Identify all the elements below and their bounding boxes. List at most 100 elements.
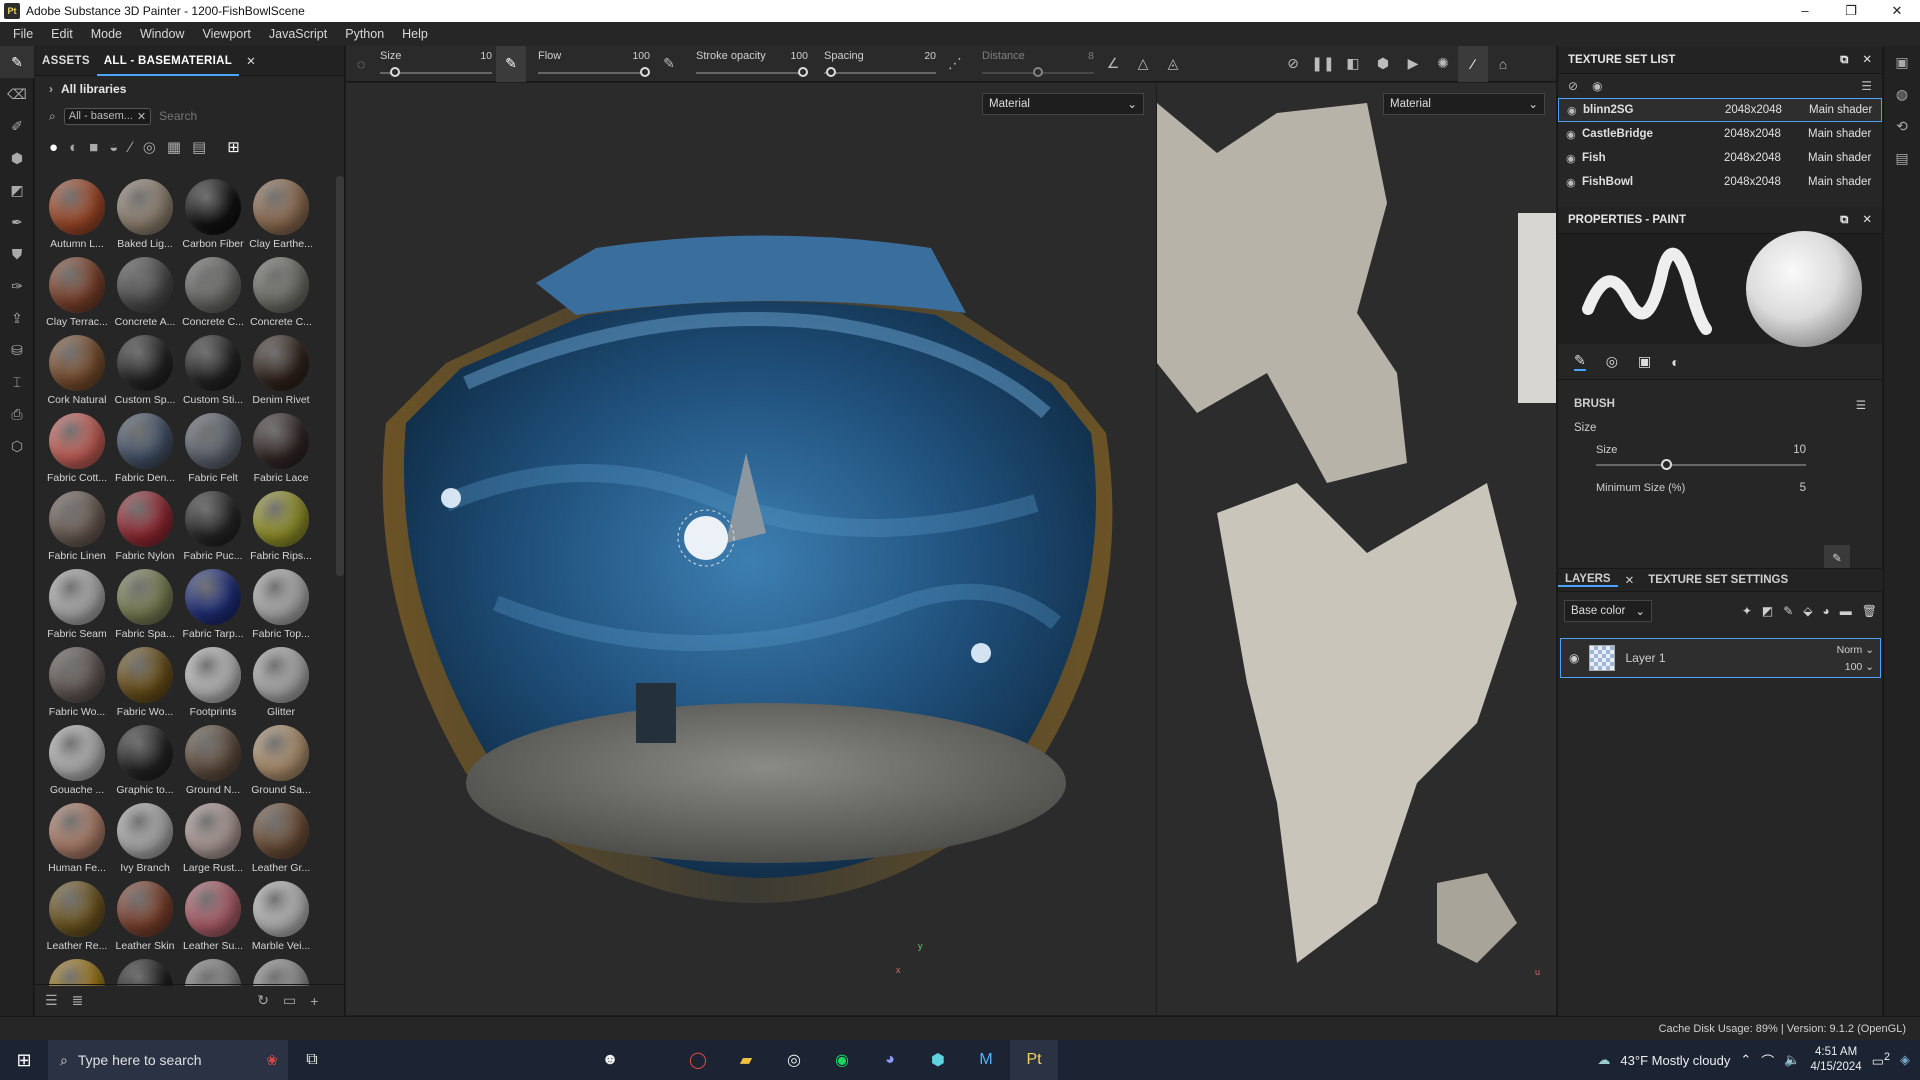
spacing-slider[interactable]: Spacing 20 (820, 46, 940, 82)
eye-icon[interactable]: ◉ (1567, 104, 1583, 117)
maya-icon[interactable]: M (962, 1040, 1010, 1080)
flow-slider[interactable]: Flow 100 (534, 46, 654, 82)
eye-icon[interactable]: ◉ (1566, 176, 1582, 189)
angle-icon[interactable]: ∠ (1098, 46, 1128, 82)
texture-set-row[interactable]: ◉ Fish 2048x2048 Main shader (1558, 146, 1882, 170)
geometry-fill-icon[interactable]: ⬢ (0, 142, 34, 174)
hide-icon[interactable]: ⊘ (1278, 46, 1308, 82)
grid-view-icon[interactable]: ⊞ (227, 138, 240, 156)
spotify-icon[interactable]: ◉ (818, 1040, 866, 1080)
flow-knob[interactable] (640, 66, 650, 77)
material-item[interactable]: Graphic to... (111, 722, 179, 800)
material-item[interactable]: Carbon Fiber (179, 176, 247, 254)
lasso-icon[interactable]: ◌ (346, 46, 376, 82)
menu-help[interactable]: Help (393, 27, 437, 41)
display-settings-icon[interactable]: ▣ (1884, 46, 1920, 78)
material-item[interactable] (179, 956, 247, 986)
material-item[interactable]: Concrete C... (247, 254, 315, 332)
picker-tool-icon[interactable]: ✑ (0, 270, 34, 302)
copilot-icon[interactable]: ◈ (1900, 1052, 1910, 1068)
material-item[interactable]: Human Fe... (43, 800, 111, 878)
layer-eye-icon[interactable]: ◉ (1569, 651, 1579, 665)
brush-tab-icon[interactable]: ✎ (1574, 352, 1586, 371)
material-item[interactable]: Fabric Rips... (247, 488, 315, 566)
taskbar-search[interactable]: ⌕ Type here to search ❀ (48, 1040, 288, 1080)
notification-icon[interactable]: ▭2 (1872, 1051, 1890, 1069)
material-item[interactable]: Fabric Felt (179, 410, 247, 488)
material-item[interactable]: Fabric Cott... (43, 410, 111, 488)
viewport-2d[interactable]: Material ⌄ u (1157, 83, 1556, 1015)
add-fill-layer-icon[interactable]: ⬙ (1803, 604, 1812, 618)
brush-size-slider[interactable]: Size 10 (1596, 444, 1806, 478)
material-item[interactable]: Ground N... (179, 722, 247, 800)
minimize-button[interactable]: – (1782, 0, 1828, 22)
menu-mode[interactable]: Mode (82, 27, 131, 41)
paint-brush-tool-icon[interactable]: ✎ (0, 46, 34, 78)
material-item[interactable] (247, 956, 315, 986)
material-item[interactable]: Fabric Top... (247, 566, 315, 644)
material-item[interactable]: Concrete C... (179, 254, 247, 332)
brushes-filter-icon[interactable]: ∕ (129, 139, 132, 156)
menu-edit[interactable]: Edit (42, 27, 82, 41)
delete-layer-icon[interactable]: 🗑 (1862, 604, 1877, 618)
material-item[interactable]: Custom Sti... (179, 332, 247, 410)
material-item[interactable]: Clay Earthe... (247, 176, 315, 254)
asset-search-input[interactable] (159, 109, 300, 123)
layer-name[interactable]: Layer 1 (1625, 651, 1665, 665)
network-icon[interactable]: ⌒ (1761, 1051, 1774, 1070)
brush-size-knob[interactable] (1661, 459, 1672, 470)
assets-filter-tab[interactable]: ALL - BASEMATERIAL (96, 46, 240, 76)
menu-viewport[interactable]: Viewport (193, 27, 259, 41)
clock[interactable]: 4:51 AM 4/15/2024 (1811, 1045, 1862, 1075)
substance-painter-taskbar-icon[interactable]: Pt (1010, 1040, 1058, 1080)
distance-knob[interactable] (1033, 66, 1043, 77)
smart-materials-filter-icon[interactable]: ◐ (69, 139, 78, 156)
material-item[interactable]: Marble Vei... (247, 878, 315, 956)
bake-icon[interactable]: ⇪ (0, 302, 34, 334)
material-item[interactable]: Fabric Linen (43, 488, 111, 566)
environment-filter-icon[interactable]: ▤ (192, 138, 206, 156)
chip-close-icon[interactable]: ✕ (137, 110, 146, 123)
eye-icon[interactable]: ◉ (1592, 79, 1602, 93)
screenshot-icon[interactable]: ⌂ (1488, 46, 1518, 82)
material-item[interactable]: Fabric Wo... (111, 644, 179, 722)
material-item[interactable]: Fabric Wo... (43, 644, 111, 722)
volume-icon[interactable]: 🔈 (1784, 1052, 1800, 1068)
material-tab-icon[interactable]: ◎ (1606, 353, 1618, 370)
smudge-tool-icon[interactable]: ✒ (0, 206, 34, 238)
shader-settings-icon[interactable]: ◍ (1884, 78, 1920, 110)
menu-window[interactable]: Window (131, 27, 193, 41)
add-mask-icon[interactable]: ◩ (1762, 604, 1773, 618)
material-item[interactable] (111, 956, 179, 986)
material-item[interactable]: Cork Natural (43, 332, 111, 410)
add-icon[interactable]: + (310, 993, 318, 1009)
size-slider[interactable]: Size 10 (376, 46, 496, 82)
menu-file[interactable]: File (4, 27, 42, 41)
log-icon[interactable]: ▤ (1884, 142, 1920, 174)
paint-mode-icon[interactable]: ∕ (1458, 45, 1488, 82)
sort-icon[interactable]: ☰ (45, 992, 58, 1009)
discord-icon[interactable]: ◕ (866, 1040, 914, 1080)
windows-start-icon[interactable]: ⊞ (0, 1040, 48, 1080)
material-item[interactable]: Fabric Puc... (179, 488, 247, 566)
materials-filter-icon[interactable]: ● (49, 139, 58, 156)
assets-scrollbar[interactable] (336, 176, 344, 576)
material-item[interactable]: Baked Lig... (111, 176, 179, 254)
close-window-button[interactable]: ✕ (1874, 0, 1920, 22)
projection-tool-icon[interactable]: ✐ (0, 110, 34, 142)
clone-tool-icon[interactable]: ⛊ (0, 238, 34, 270)
material-item[interactable]: Leather Su... (179, 878, 247, 956)
material-item[interactable]: Ground Sa... (247, 722, 315, 800)
maximize-button[interactable]: ❐ (1828, 0, 1874, 22)
display-icon[interactable]: ⬢ (1368, 46, 1398, 82)
weather-text[interactable]: 43°F Mostly cloudy (1620, 1053, 1730, 1068)
folder-icon[interactable]: ▭ (283, 992, 296, 1009)
layers-tab[interactable]: LAYERS (1558, 573, 1618, 587)
material-item[interactable]: Gouache ... (43, 722, 111, 800)
material-item[interactable]: Leather Re... (43, 878, 111, 956)
close-panel-icon[interactable]: ✕ (1862, 214, 1872, 226)
textures-filter-icon[interactable]: ◎ (143, 138, 156, 156)
material-item[interactable]: Leather Skin (111, 878, 179, 956)
material-item[interactable]: Clay Terrac... (43, 254, 111, 332)
refresh-icon[interactable]: ↻ (257, 992, 269, 1009)
